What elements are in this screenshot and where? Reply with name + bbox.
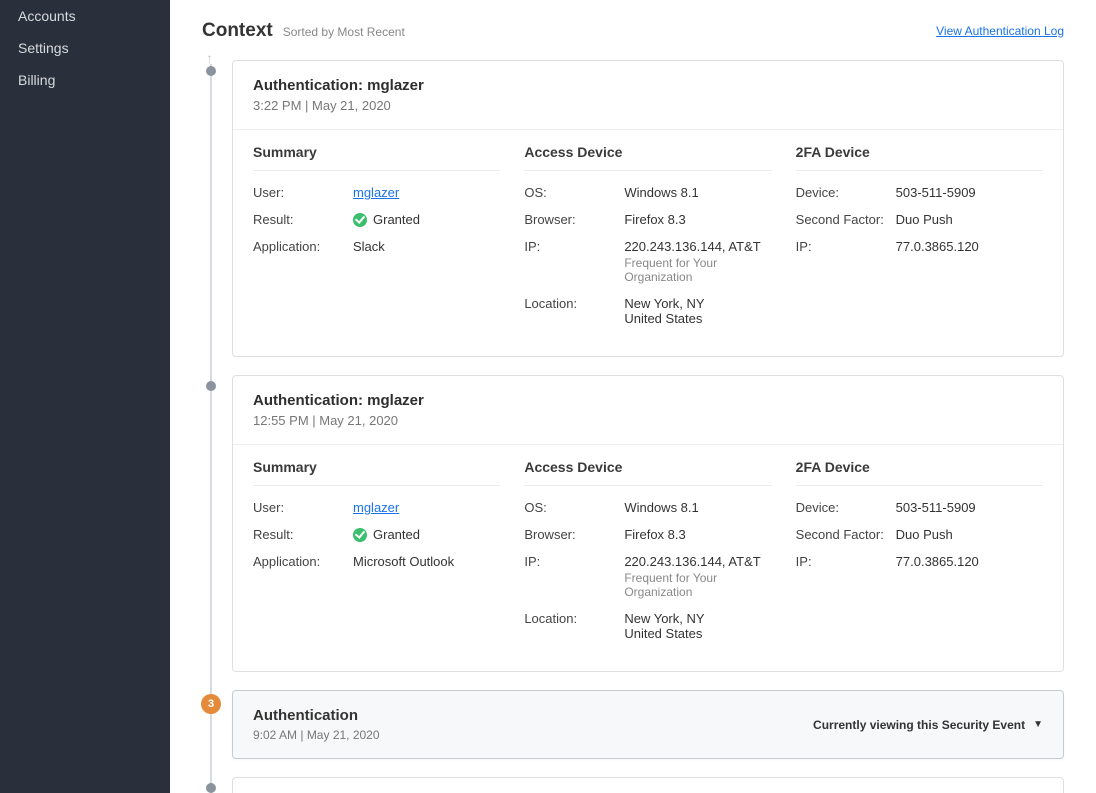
label-result: Result: bbox=[253, 527, 353, 542]
twofa-device-column: 2FA Device Device:503-511-5909 Second Fa… bbox=[796, 459, 1043, 653]
page-title: Context bbox=[202, 20, 273, 42]
os-value: Windows 8.1 bbox=[624, 500, 698, 515]
access-device-column: Access Device OS:Windows 8.1 Browser:Fir… bbox=[524, 144, 771, 338]
page-header: Context Sorted by Most Recent View Authe… bbox=[202, 20, 1064, 42]
viewing-status-text: Currently viewing this Security Event bbox=[813, 718, 1025, 732]
location-line2: United States bbox=[624, 311, 704, 326]
timeline-item: Authentication: mglazer 3:22 PM | May 21… bbox=[206, 60, 1064, 357]
current-event-timestamp: 9:02 AM | May 21, 2020 bbox=[253, 728, 380, 742]
label-device: Device: bbox=[796, 185, 896, 200]
ip-value: 220.243.136.144, AT&T bbox=[624, 554, 771, 569]
label-result: Result: bbox=[253, 212, 353, 227]
auth-card-timestamp: 3:22 PM | May 21, 2020 bbox=[253, 98, 1043, 113]
col-title-2fa: 2FA Device bbox=[796, 459, 1043, 486]
label-location: Location: bbox=[524, 611, 624, 626]
location-line1: New York, NY bbox=[624, 296, 704, 311]
ip-value: 220.243.136.144, AT&T bbox=[624, 239, 771, 254]
ip-2fa-value: 77.0.3865.120 bbox=[896, 239, 979, 254]
browser-value: Firefox 8.3 bbox=[624, 527, 685, 542]
sort-indicator: Sorted by Most Recent bbox=[283, 25, 405, 39]
timeline-dot-icon bbox=[206, 783, 216, 793]
access-device-column: Access Device OS:Windows 8.1 Browser:Fir… bbox=[524, 459, 771, 653]
label-application: Application: bbox=[253, 554, 353, 569]
sidebar-item-billing[interactable]: Billing bbox=[0, 64, 170, 96]
os-value: Windows 8.1 bbox=[624, 185, 698, 200]
auth-card-title: Authentication: mglazer bbox=[253, 392, 1043, 409]
location-line2: United States bbox=[624, 626, 704, 641]
timeline-item: Authentication: mglazer bbox=[206, 777, 1064, 793]
check-circle-icon bbox=[353, 528, 367, 542]
current-event-title: Authentication bbox=[253, 707, 380, 724]
browser-value: Firefox 8.3 bbox=[624, 212, 685, 227]
auth-card-title: Authentication: mglazer bbox=[253, 77, 1043, 94]
summary-column: Summary User:mglazer Result: Granted Appl… bbox=[253, 144, 500, 338]
label-user: User: bbox=[253, 500, 353, 515]
label-ip: IP: bbox=[524, 554, 624, 569]
twofa-device-column: 2FA Device Device:503-511-5909 Second Fa… bbox=[796, 144, 1043, 338]
label-second-factor: Second Factor: bbox=[796, 527, 896, 542]
application-value: Slack bbox=[353, 239, 385, 254]
timeline-dot-icon bbox=[206, 66, 216, 76]
chevron-down-icon[interactable]: ▼ bbox=[1033, 719, 1043, 730]
timeline: ↑ Authentication: mglazer 3:22 PM | May … bbox=[206, 60, 1064, 793]
check-circle-icon bbox=[353, 213, 367, 227]
col-title-access: Access Device bbox=[524, 144, 771, 171]
col-title-2fa: 2FA Device bbox=[796, 144, 1043, 171]
auth-card-header: Authentication: mglazer 12:55 PM | May 2… bbox=[233, 376, 1063, 445]
result-value: Granted bbox=[373, 212, 420, 227]
label-user: User: bbox=[253, 185, 353, 200]
auth-card: Authentication: mglazer 3:22 PM | May 21… bbox=[232, 60, 1064, 357]
label-second-factor: Second Factor: bbox=[796, 212, 896, 227]
col-title-summary: Summary bbox=[253, 144, 500, 171]
device-value: 503-511-5909 bbox=[896, 500, 976, 515]
current-event-card[interactable]: Authentication 9:02 AM | May 21, 2020 Cu… bbox=[232, 690, 1064, 759]
ip-note: Frequent for Your Organization bbox=[624, 256, 771, 284]
second-factor-value: Duo Push bbox=[896, 527, 953, 542]
sidebar: Accounts Settings Billing bbox=[0, 0, 170, 793]
label-browser: Browser: bbox=[524, 212, 624, 227]
label-os: OS: bbox=[524, 185, 624, 200]
auth-card-partial: Authentication: mglazer bbox=[232, 777, 1064, 793]
ip-2fa-value: 77.0.3865.120 bbox=[896, 554, 979, 569]
sidebar-item-settings[interactable]: Settings bbox=[0, 32, 170, 64]
col-title-access: Access Device bbox=[524, 459, 771, 486]
timeline-dot-icon bbox=[206, 381, 216, 391]
view-authentication-log-link[interactable]: View Authentication Log bbox=[936, 24, 1064, 38]
label-device: Device: bbox=[796, 500, 896, 515]
label-browser: Browser: bbox=[524, 527, 624, 542]
label-location: Location: bbox=[524, 296, 624, 311]
sidebar-item-accounts[interactable]: Accounts bbox=[0, 0, 170, 32]
label-application: Application: bbox=[253, 239, 353, 254]
main-content: Context Sorted by Most Recent View Authe… bbox=[170, 0, 1096, 793]
timeline-item-current: 3 Authentication 9:02 AM | May 21, 2020 … bbox=[206, 690, 1064, 759]
auth-card-timestamp: 12:55 PM | May 21, 2020 bbox=[253, 413, 1043, 428]
label-ip-2fa: IP: bbox=[796, 554, 896, 569]
auth-card-header: Authentication: mglazer 3:22 PM | May 21… bbox=[233, 61, 1063, 130]
auth-card: Authentication: mglazer 12:55 PM | May 2… bbox=[232, 375, 1064, 672]
second-factor-value: Duo Push bbox=[896, 212, 953, 227]
col-title-summary: Summary bbox=[253, 459, 500, 486]
timeline-item: Authentication: mglazer 12:55 PM | May 2… bbox=[206, 375, 1064, 672]
ip-note: Frequent for Your Organization bbox=[624, 571, 771, 599]
result-value: Granted bbox=[373, 527, 420, 542]
application-value: Microsoft Outlook bbox=[353, 554, 454, 569]
summary-column: Summary User:mglazer Result: Granted Appl… bbox=[253, 459, 500, 653]
timeline-badge: 3 bbox=[201, 694, 221, 714]
location-line1: New York, NY bbox=[624, 611, 704, 626]
label-os: OS: bbox=[524, 500, 624, 515]
label-ip: IP: bbox=[524, 239, 624, 254]
device-value: 503-511-5909 bbox=[896, 185, 976, 200]
user-link[interactable]: mglazer bbox=[353, 185, 399, 200]
label-ip-2fa: IP: bbox=[796, 239, 896, 254]
user-link[interactable]: mglazer bbox=[353, 500, 399, 515]
